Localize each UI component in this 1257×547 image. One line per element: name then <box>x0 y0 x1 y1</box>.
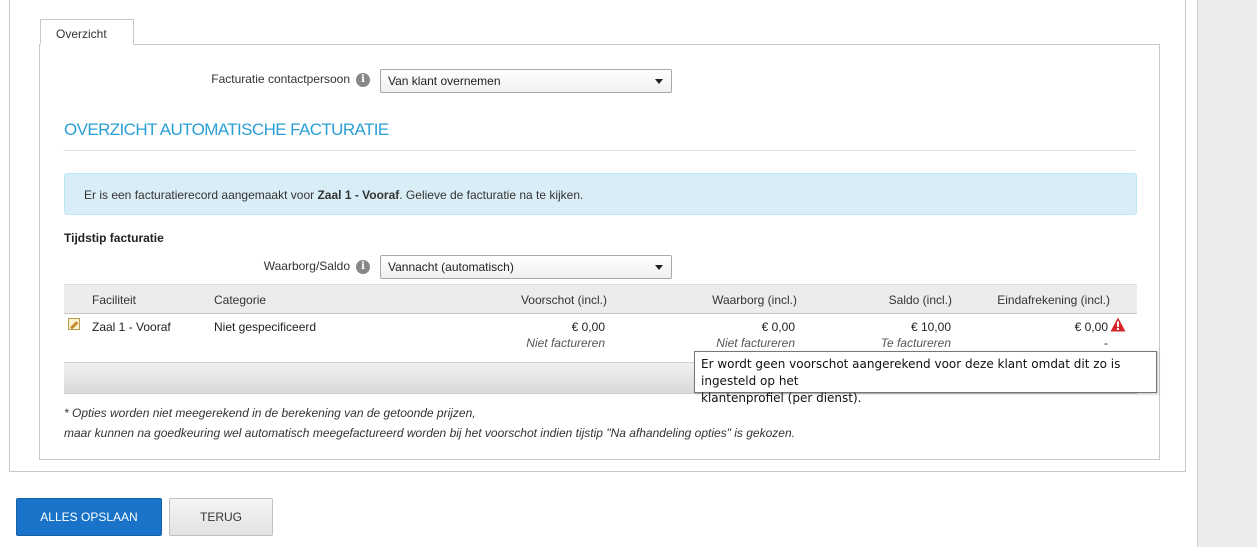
cell-voorschot-status: Niet factureren <box>526 336 605 350</box>
pencil-icon[interactable] <box>68 318 80 330</box>
timing-heading: Tijdstip facturatie <box>64 231 164 245</box>
contact-select-value: Van klant overnemen <box>388 74 501 88</box>
column-header-faciliteit[interactable]: Faciliteit <box>92 293 136 307</box>
cell-voorschot: € 0,00 <box>571 320 605 334</box>
footnote: * Opties worden niet meegerekend in de b… <box>64 403 795 443</box>
tab-overzicht[interactable]: Overzicht <box>40 19 134 45</box>
cell-categorie: Niet gespecificeerd <box>214 320 317 334</box>
save-all-button[interactable]: ALLES OPSLAAN <box>16 498 162 536</box>
timing-label-wrap: Waarborg/Saldo i <box>200 259 370 274</box>
contact-label-wrap: Facturatie contactpersoon i <box>160 72 370 87</box>
info-alert: Er is een facturatierecord aangemaakt vo… <box>64 173 1137 215</box>
contact-label: Facturatie contactpersoon <box>211 72 350 86</box>
warning-tooltip: Er wordt geen voorschot aangerekend voor… <box>694 351 1157 405</box>
alert-text-before: Er is een facturatierecord aangemaakt vo… <box>84 188 318 202</box>
timing-select[interactable]: Vannacht (automatisch) <box>380 255 672 279</box>
right-side-panel <box>1197 0 1257 547</box>
column-header-categorie[interactable]: Categorie <box>214 293 266 307</box>
cell-eindafrekening-status: - <box>1104 336 1108 350</box>
info-icon[interactable]: i <box>356 72 370 87</box>
alert-bold-text: Zaal 1 - Vooraf <box>317 188 400 202</box>
footnote-line-2: maar kunnen na goedkeuring wel automatis… <box>64 426 795 440</box>
table-header: Faciliteit Categorie Voorschot (incl.) W… <box>64 284 1137 314</box>
column-header-eindafrekening[interactable]: Eindafrekening (incl.) <box>997 293 1110 307</box>
cell-waarborg-status: Niet factureren <box>716 336 795 350</box>
contact-select[interactable]: Van klant overnemen <box>380 69 672 93</box>
chevron-down-icon <box>655 265 663 270</box>
column-header-voorschot[interactable]: Voorschot (incl.) <box>521 293 607 307</box>
section-divider <box>63 150 1136 151</box>
column-header-saldo[interactable]: Saldo (incl.) <box>889 293 952 307</box>
cell-saldo-status: Te factureren <box>880 336 951 350</box>
cell-eindafrekening: € 0,00 <box>1074 320 1108 334</box>
tooltip-line-1: Er wordt geen voorschot aangerekend voor… <box>701 357 1121 388</box>
warning-icon[interactable] <box>1110 317 1126 332</box>
tooltip-line-2: klantenprofiel (per dienst). <box>701 391 862 405</box>
cell-faciliteit: Zaal 1 - Vooraf <box>92 320 171 334</box>
cell-saldo: € 10,00 <box>910 320 951 334</box>
timing-select-value: Vannacht (automatisch) <box>388 260 514 274</box>
column-header-waarborg[interactable]: Waarborg (incl.) <box>712 293 797 307</box>
alert-text-after: . Gelieve de facturatie na te kijken. <box>399 188 584 202</box>
section-title: OVERZICHT AUTOMATISCHE FACTURATIE <box>64 120 389 139</box>
info-icon[interactable]: i <box>356 259 370 274</box>
chevron-down-icon <box>655 79 663 84</box>
footnote-line-1: * Opties worden niet meegerekend in de b… <box>64 406 476 420</box>
timing-label: Waarborg/Saldo <box>263 259 350 273</box>
cell-waarborg: € 0,00 <box>761 320 795 334</box>
back-button[interactable]: TERUG <box>169 498 273 536</box>
